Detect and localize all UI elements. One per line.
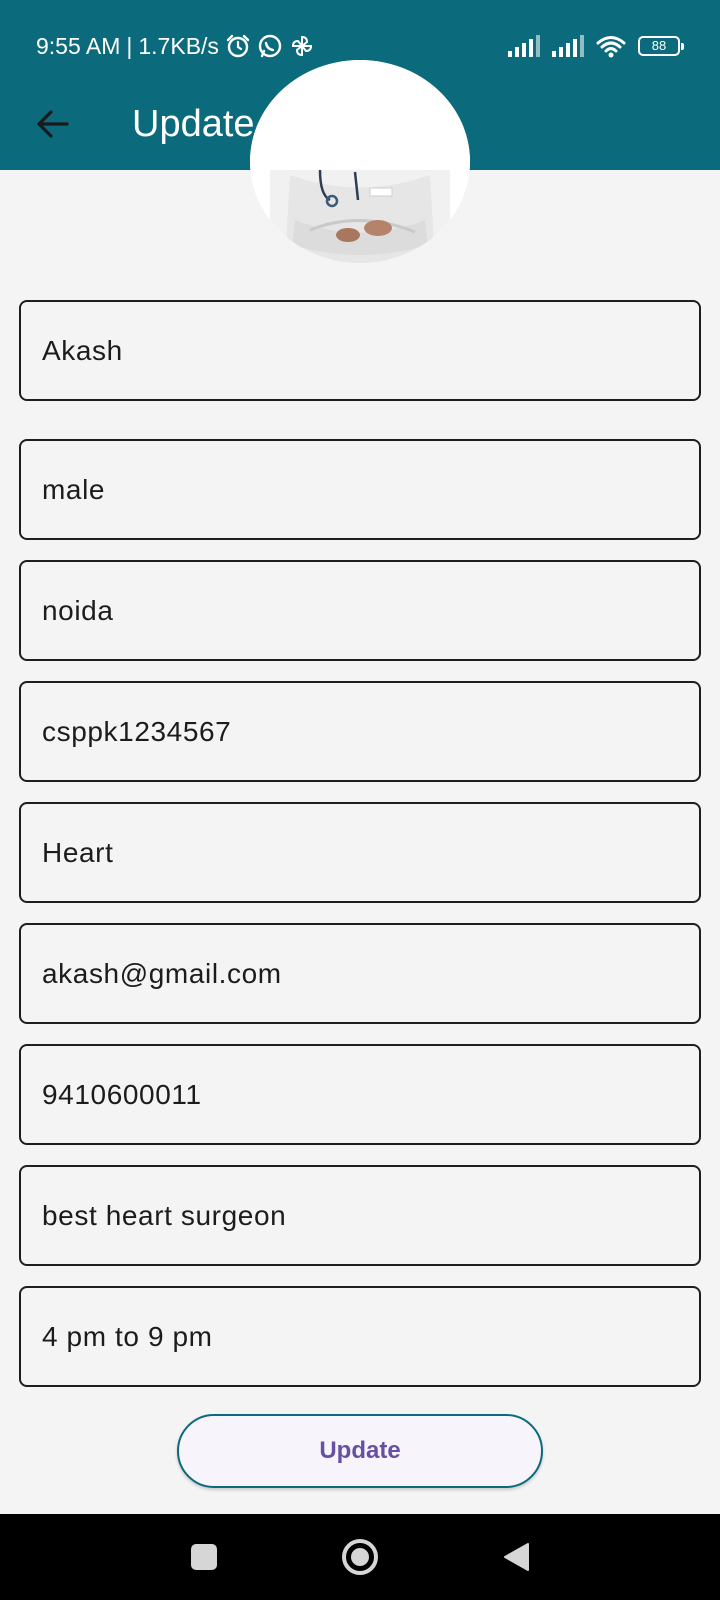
city-input[interactable] <box>21 562 699 659</box>
update-button[interactable]: Update <box>177 1414 543 1488</box>
system-back-button[interactable] <box>493 1534 539 1580</box>
avatar[interactable] <box>250 60 470 263</box>
signal-icon <box>508 35 540 57</box>
phone-field[interactable] <box>19 1044 701 1145</box>
back-triangle-icon <box>504 1543 529 1571</box>
whatsapp-icon <box>258 34 282 58</box>
status-right: 88 <box>508 30 684 62</box>
recents-button[interactable] <box>181 1534 227 1580</box>
system-nav-bar <box>0 1514 720 1600</box>
status-left: 9:55 AM | 1.7KB/s <box>36 30 315 62</box>
name-input[interactable] <box>21 302 699 399</box>
update-button-label: Update <box>319 1437 401 1464</box>
specialization-input[interactable] <box>21 804 699 901</box>
gender-field[interactable] <box>19 439 701 540</box>
status-time: 9:55 AM <box>36 32 121 59</box>
gender-input[interactable] <box>21 441 699 538</box>
specialization-field[interactable] <box>19 802 701 903</box>
wifi-icon <box>596 36 626 58</box>
doctor-photo <box>250 60 470 263</box>
battery-level: 88 <box>651 38 667 53</box>
battery-icon: 88 <box>638 36 684 56</box>
alarm-icon <box>226 34 250 58</box>
timing-input[interactable] <box>21 1288 699 1385</box>
description-field[interactable] <box>19 1165 701 1266</box>
arrow-left-icon <box>37 110 69 138</box>
signal-icon <box>552 35 584 57</box>
home-button[interactable] <box>337 1534 383 1580</box>
back-button[interactable] <box>26 98 78 150</box>
email-field[interactable] <box>19 923 701 1024</box>
registration-id-field[interactable] <box>19 681 701 782</box>
city-field[interactable] <box>19 560 701 661</box>
recents-square-icon <box>191 1544 217 1570</box>
timing-field[interactable] <box>19 1286 701 1387</box>
status-separator: | <box>126 32 133 59</box>
phone-input[interactable] <box>21 1046 699 1143</box>
name-field[interactable] <box>19 300 701 401</box>
home-circle-icon <box>342 1539 378 1575</box>
email-input[interactable] <box>21 925 699 1022</box>
network-speed: 1.7KB/s <box>138 32 219 59</box>
pinwheel-icon <box>291 35 312 57</box>
registration-id-input[interactable] <box>21 683 699 780</box>
description-input[interactable] <box>21 1167 699 1264</box>
